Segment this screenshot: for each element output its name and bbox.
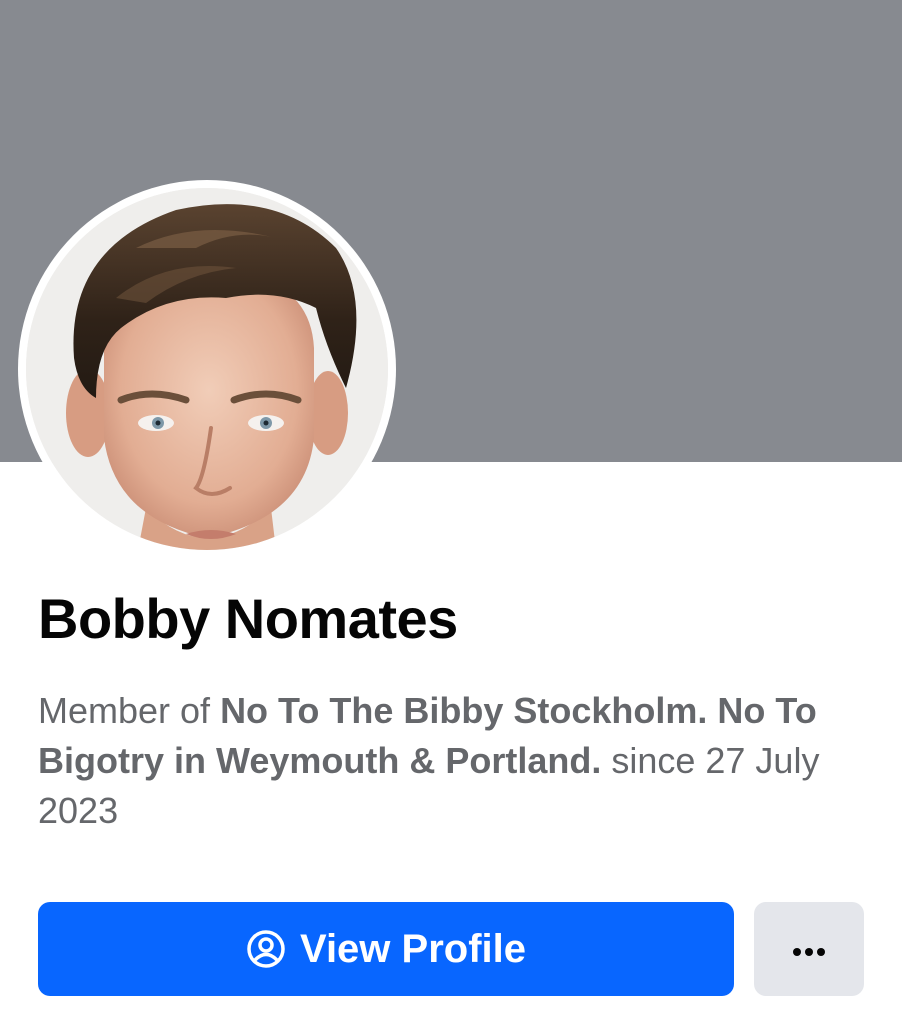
membership-info: Member of No To The Bibby Stockholm. No …	[38, 686, 868, 836]
profile-name: Bobby Nomates	[38, 587, 458, 650]
view-profile-label: View Profile	[299, 926, 526, 971]
profile-actions: View Profile	[38, 902, 864, 996]
profile-picture-frame[interactable]	[18, 180, 396, 558]
view-profile-button[interactable]: View Profile	[38, 902, 734, 996]
more-dots-icon	[792, 944, 826, 956]
membership-prefix: Member of	[38, 690, 221, 731]
user-circle-icon	[246, 929, 286, 969]
profile-picture[interactable]	[26, 188, 388, 550]
more-options-button[interactable]	[754, 902, 864, 996]
